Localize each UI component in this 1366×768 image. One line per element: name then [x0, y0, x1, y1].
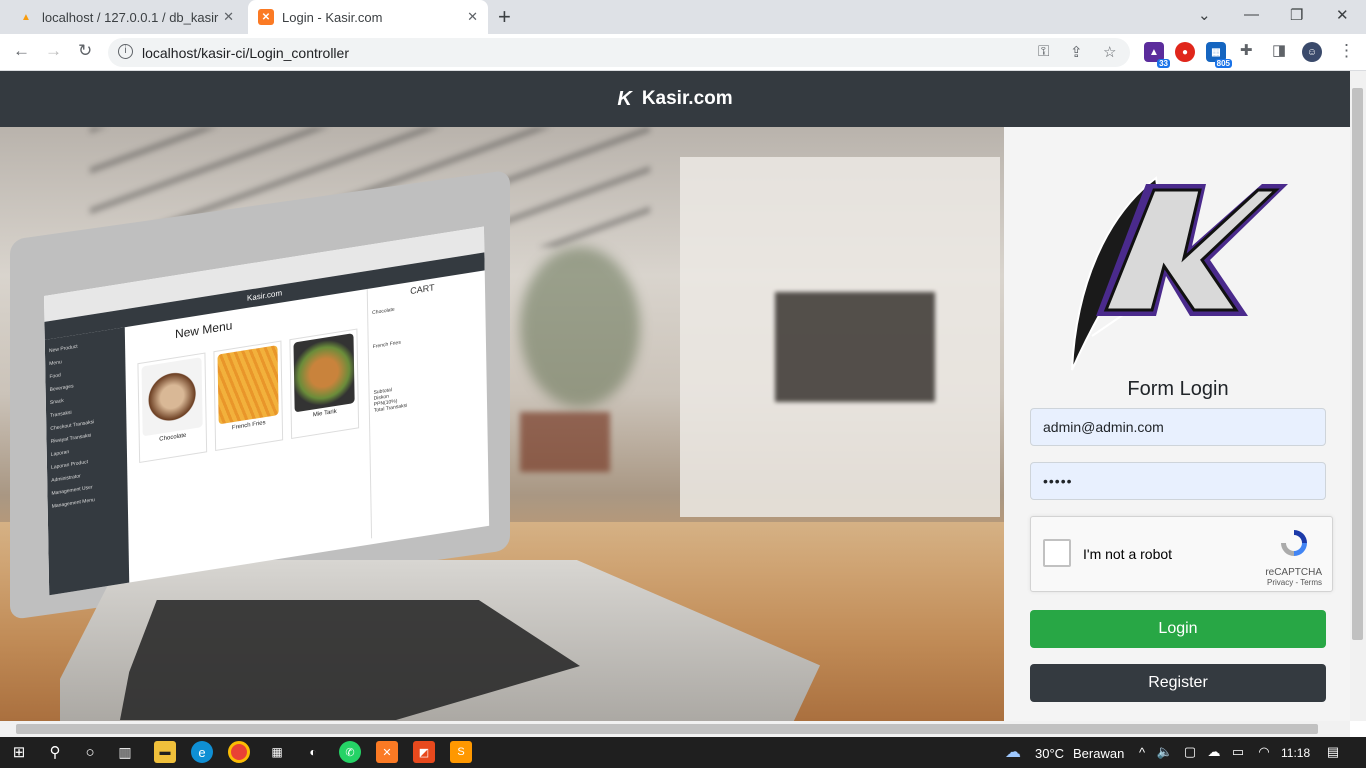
new-tab-button[interactable]: +: [498, 6, 511, 28]
vertical-scroll-thumb[interactable]: [1352, 88, 1363, 640]
site-brand[interactable]: Kasir.com: [642, 88, 733, 110]
minimize-button[interactable]: —: [1244, 6, 1259, 23]
weather-temperature[interactable]: 30°C: [1035, 746, 1064, 761]
puzzle-icon[interactable]: ✚: [1240, 41, 1253, 59]
site-header: K Kasir.com: [0, 71, 1350, 127]
volume-icon[interactable]: 🔈: [1154, 741, 1176, 763]
password-field[interactable]: •••••: [1030, 462, 1326, 500]
paint-icon[interactable]: ◐: [302, 741, 324, 763]
extension-badge: 805: [1214, 59, 1232, 68]
logo-icon: K: [617, 87, 632, 110]
reload-icon[interactable]: ↻: [78, 41, 92, 61]
recaptcha-icon: [1281, 530, 1307, 556]
site-info-icon[interactable]: i: [118, 44, 133, 59]
windows-start-icon[interactable]: ⊞: [8, 741, 30, 763]
clock-time[interactable]: 11:18: [1281, 746, 1310, 760]
sublime-text-icon[interactable]: S: [450, 741, 472, 763]
xampp-icon: ✕: [258, 9, 274, 25]
bookmark-star-icon[interactable]: ☆: [1103, 43, 1116, 61]
notification-icon[interactable]: ▤: [1322, 741, 1344, 763]
tab-label: Login - Kasir.com: [282, 9, 383, 25]
laptop-product-name: Mie Tarik: [312, 408, 337, 419]
task-view-icon[interactable]: ▥: [114, 741, 136, 763]
share-icon[interactable]: ⇪: [1070, 43, 1083, 61]
cortana-icon[interactable]: ○: [79, 741, 101, 763]
edge-icon[interactable]: e: [191, 741, 213, 763]
back-icon[interactable]: ←: [13, 41, 30, 61]
phpmyadmin-icon: ▲: [21, 11, 31, 23]
noodle-image: [293, 333, 355, 413]
k-logo: [1071, 176, 1288, 371]
laptop-site-title: Kasir.com: [246, 288, 283, 303]
recaptcha-brand: reCAPTCHA: [1265, 567, 1322, 578]
close-window-button[interactable]: ✕: [1336, 6, 1349, 24]
avatar[interactable]: ☺: [1302, 42, 1322, 62]
laptop-product-card: Mie Tarik: [289, 328, 360, 439]
adblock-icon[interactable]: ●: [1175, 42, 1195, 62]
weather-cloud-icon[interactable]: ☁: [1002, 741, 1024, 763]
weather-condition[interactable]: Berawan: [1073, 746, 1124, 761]
key-icon[interactable]: ⚿: [1038, 43, 1049, 60]
laptop-product-name: French Fries: [231, 420, 266, 432]
wifi-icon[interactable]: ◠: [1253, 741, 1275, 763]
horizontal-scroll-thumb[interactable]: [16, 724, 1318, 734]
browser-toolbar: ← → ↻ i localhost/kasir-ci/Login_control…: [0, 34, 1366, 71]
meet-now-icon[interactable]: ▢: [1179, 741, 1201, 763]
url-text: localhost/kasir-ci/Login_controller: [142, 44, 349, 61]
fireplace-shape: [775, 292, 935, 402]
fries-image: [217, 345, 279, 425]
close-icon[interactable]: ✕: [467, 9, 478, 25]
recaptcha-privacy-terms[interactable]: Privacy - Terms: [1267, 578, 1322, 587]
extension-icon[interactable]: ▦ 805: [1206, 42, 1232, 68]
laptop-cart-item: French Fries: [372, 339, 401, 351]
laptop-product-card: French Fries: [213, 340, 284, 451]
recaptcha-checkbox[interactable]: [1043, 539, 1071, 567]
file-explorer-icon[interactable]: ▬: [154, 741, 176, 763]
chrome-icon[interactable]: [228, 741, 250, 763]
recaptcha-label: I'm not a robot: [1083, 546, 1173, 562]
password-value: •••••: [1043, 473, 1073, 489]
chevron-up-icon[interactable]: ^: [1131, 741, 1153, 763]
laptop-menu-title: New Menu: [174, 318, 233, 342]
recaptcha-widget: I'm not a robot reCAPTCHA Privacy - Term…: [1030, 516, 1333, 592]
plant-shape: [520, 247, 640, 407]
form-login-title: Form Login: [1127, 378, 1229, 400]
calendar-app-icon[interactable]: ▦: [266, 741, 288, 763]
forward-icon[interactable]: →: [45, 41, 62, 61]
search-icon[interactable]: ⚲: [44, 741, 66, 763]
laptop-product-name: Chocolate: [159, 432, 187, 443]
plant-pot-shape: [520, 412, 610, 472]
close-icon[interactable]: ✕: [223, 9, 234, 25]
tab-label: localhost / 127.0.0.1 / db_kasir | p: [42, 9, 222, 25]
windows-taskbar: ⊞ ⚲ ○ ▥ ▬ e ▦ ◐ ✆ ✕ ◩ S ☁ 30°C Berawan ^…: [0, 737, 1366, 768]
laptop-product-card: Chocolate: [137, 352, 208, 463]
office-icon[interactable]: ◩: [413, 741, 435, 763]
login-button[interactable]: Login: [1030, 610, 1326, 648]
address-bar[interactable]: i localhost/kasir-ci/Login_controller ⚿ …: [108, 38, 1130, 67]
whatsapp-icon[interactable]: ✆: [339, 741, 361, 763]
register-button[interactable]: Register: [1030, 664, 1326, 702]
side-panel-icon[interactable]: ◨: [1272, 41, 1286, 59]
email-value: admin@admin.com: [1043, 419, 1164, 435]
more-menu-icon[interactable]: ⋮: [1338, 41, 1355, 61]
xampp-icon[interactable]: ✕: [376, 741, 398, 763]
extension-badge: 33: [1157, 59, 1170, 68]
tab-search-icon[interactable]: ⌄: [1198, 6, 1211, 24]
restore-button[interactable]: ❐: [1290, 6, 1303, 24]
onedrive-icon[interactable]: ☁: [1203, 741, 1225, 763]
tab-login[interactable]: ✕ Login - Kasir.com ✕: [248, 0, 488, 34]
email-field[interactable]: admin@admin.com: [1030, 408, 1326, 446]
tab-phpmyadmin[interactable]: ▲ localhost / 127.0.0.1 / db_kasir | p ✕: [8, 0, 244, 34]
coffee-image: [141, 357, 203, 437]
laptop-sidebar: New Product Menu Food Beverages Snack Tr…: [44, 327, 130, 596]
browser-tab-bar: ▲ localhost / 127.0.0.1 / db_kasir | p ✕…: [0, 0, 1366, 34]
battery-icon[interactable]: ▭: [1227, 741, 1249, 763]
extension-icon[interactable]: ▲ 33: [1144, 42, 1170, 68]
laptop-cart: CART Chocolate French Fries Subtotal Dis…: [366, 271, 482, 539]
